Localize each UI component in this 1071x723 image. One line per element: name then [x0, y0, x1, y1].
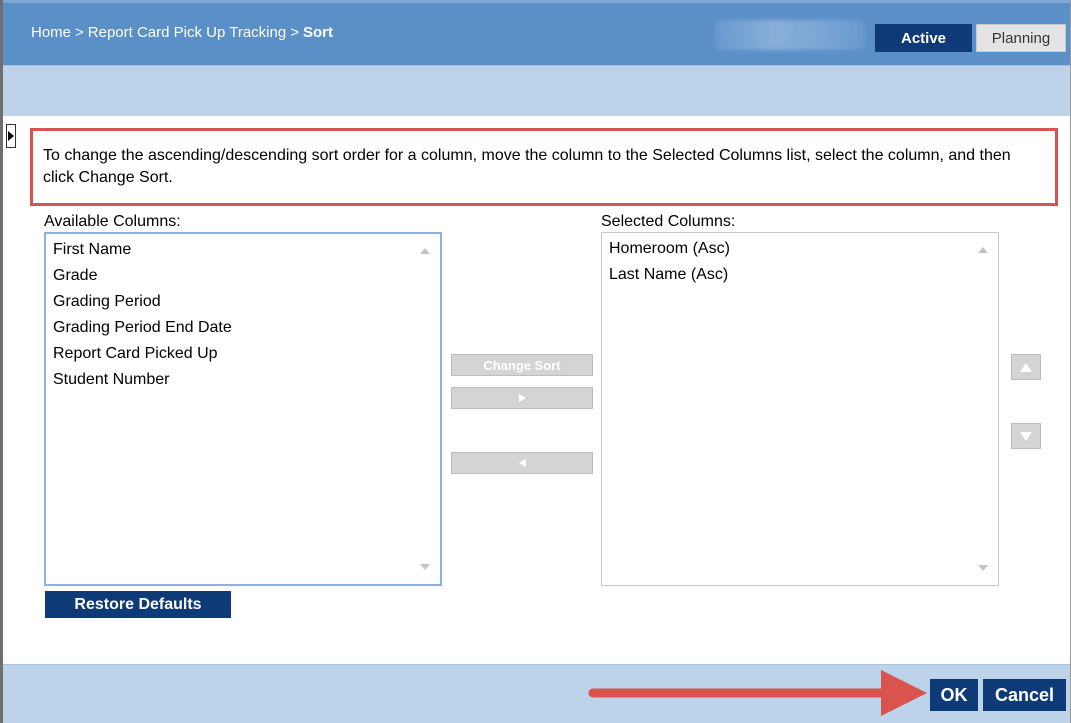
- active-mode-button[interactable]: Active: [875, 24, 972, 52]
- cancel-button[interactable]: Cancel: [983, 679, 1066, 711]
- list-item[interactable]: Student Number: [53, 367, 440, 393]
- list-item[interactable]: Grade: [53, 263, 440, 289]
- move-down-button[interactable]: [1011, 423, 1041, 449]
- triangle-up-icon: [1020, 362, 1032, 372]
- arrow-right-icon: [518, 394, 526, 402]
- breadcrumb-home-link[interactable]: Home: [31, 24, 71, 41]
- red-callout-arrow: [588, 670, 927, 716]
- restore-defaults-button[interactable]: Restore Defaults: [45, 591, 231, 618]
- breadcrumb-current: Sort: [302, 24, 333, 41]
- side-panel-toggle[interactable]: [6, 124, 16, 148]
- change-sort-button[interactable]: Change Sort: [451, 354, 593, 376]
- instructions-box: To change the ascending/descending sort …: [30, 128, 1058, 206]
- list-item[interactable]: Homeroom (Asc): [609, 236, 998, 262]
- available-columns-label: Available Columns:: [44, 213, 181, 230]
- available-columns-list[interactable]: First Name Grade Grading Period Grading …: [44, 232, 442, 586]
- selected-columns-label: Selected Columns:: [601, 213, 736, 230]
- scroll-up-icon[interactable]: [420, 248, 430, 254]
- scroll-down-icon[interactable]: [978, 565, 988, 571]
- blurred-user-info: [715, 20, 865, 50]
- move-up-button[interactable]: [1011, 354, 1041, 380]
- list-item[interactable]: Grading Period End Date: [53, 315, 440, 341]
- arrow-left-icon: [518, 459, 526, 467]
- planning-mode-button[interactable]: Planning: [976, 24, 1066, 52]
- list-item[interactable]: Grading Period: [53, 289, 440, 315]
- selected-columns-list[interactable]: Homeroom (Asc) Last Name (Asc): [601, 232, 999, 586]
- breadcrumb-separator: >: [290, 24, 299, 41]
- sub-toolbar: [3, 65, 1070, 116]
- header-topline: [3, 0, 1070, 3]
- breadcrumb-separator: >: [75, 24, 84, 41]
- breadcrumb: Home > Report Card Pick Up Tracking > Sort: [31, 24, 333, 41]
- ok-button[interactable]: OK: [930, 679, 978, 711]
- scroll-up-icon[interactable]: [978, 247, 988, 253]
- triangle-right-icon: [8, 131, 14, 141]
- list-item[interactable]: Report Card Picked Up: [53, 341, 440, 367]
- breadcrumb-page-link[interactable]: Report Card Pick Up Tracking: [88, 24, 286, 41]
- scroll-down-icon[interactable]: [420, 564, 430, 570]
- move-left-button[interactable]: [451, 452, 593, 474]
- list-item[interactable]: Last Name (Asc): [609, 262, 998, 288]
- triangle-down-icon: [1020, 431, 1032, 441]
- move-right-button[interactable]: [451, 387, 593, 409]
- list-item[interactable]: First Name: [53, 237, 440, 263]
